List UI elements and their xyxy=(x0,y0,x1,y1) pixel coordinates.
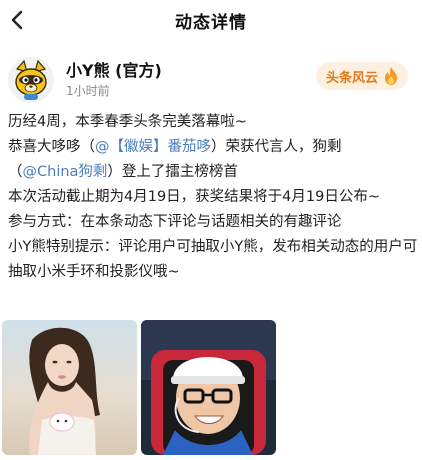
post-line: （@China狗剩）登上了擂主榜榜首 xyxy=(8,160,418,185)
post-images xyxy=(0,320,422,460)
badge-label: 头条风云 xyxy=(325,70,378,86)
man-photo xyxy=(141,320,276,455)
post-text: ）荣获代言人，狗剩 xyxy=(211,139,342,155)
post-text: 恭喜大哆哆（ xyxy=(8,139,95,155)
post-text: ）登上了擂主榜榜首 xyxy=(107,164,238,180)
mention-link[interactable]: @China狗剩 xyxy=(23,164,108,180)
post-text: （ xyxy=(8,164,23,180)
flame-icon xyxy=(385,67,397,85)
bear-mascot-icon xyxy=(8,57,54,103)
mention-link[interactable]: @【徽娱】番茄哆 xyxy=(95,139,211,155)
post-line: 小Y熊特别提示：评论用户可抽取小Y熊，发布相关动态的用户可抽取小米手环和投影仪哦… xyxy=(8,239,418,280)
back-arrow-icon xyxy=(11,10,23,30)
author-name[interactable]: 小Y熊 (官方) xyxy=(66,57,162,81)
post-image-1[interactable] xyxy=(2,320,137,455)
back-button[interactable] xyxy=(6,9,28,31)
post-line: 本次活动截止期为4月19日，获奖结果将于4月19日公布~ xyxy=(8,189,380,205)
post-line: 参与方式：在本条动态下评论与话题相关的有趣评论 xyxy=(8,214,342,230)
post-line: 历经4周，本季春季头条完美落幕啦~ xyxy=(8,114,247,130)
avatar[interactable] xyxy=(8,57,54,103)
topic-badge[interactable]: 头条风云 xyxy=(315,62,408,90)
post-line: 恭喜大哆哆（@【徽娱】番茄哆）荣获代言人，狗剩 xyxy=(8,135,418,160)
top-bar: 动态详情 xyxy=(0,0,422,40)
woman-photo xyxy=(2,320,137,455)
post-image-2[interactable] xyxy=(141,320,276,455)
post-body: 历经4周，本季春季头条完美落幕啦~ 恭喜大哆哆（@【徽娱】番茄哆）荣获代言人，狗… xyxy=(8,110,418,285)
post-time: 1小时前 xyxy=(66,84,110,98)
author-row: 小Y熊 (官方) 1小时前 头条风云 xyxy=(8,52,414,103)
page-title: 动态详情 xyxy=(175,12,247,33)
